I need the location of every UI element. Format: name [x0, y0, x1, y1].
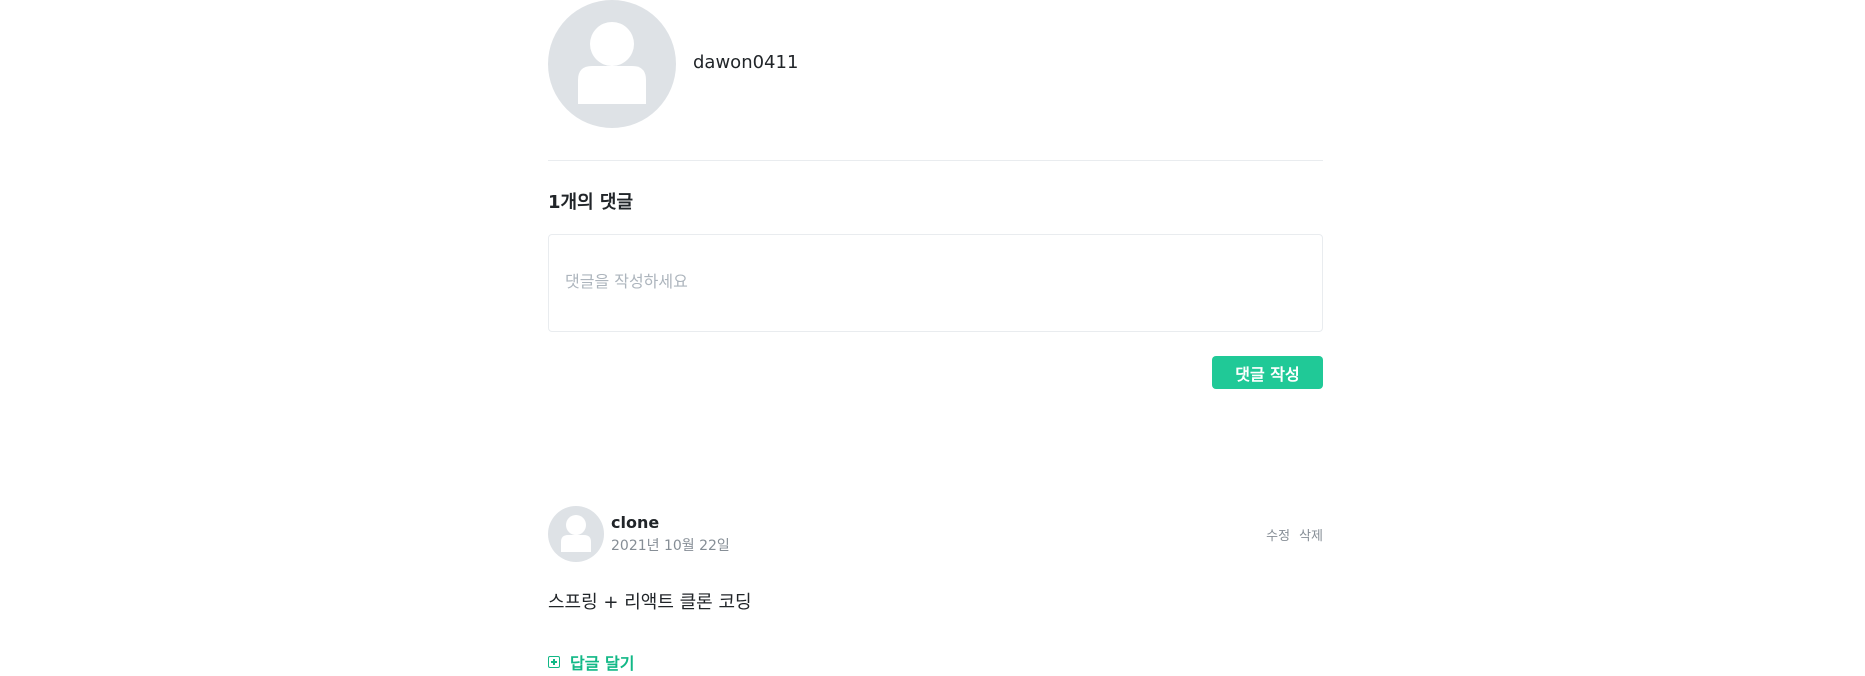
author-name[interactable]: dawon0411 [693, 52, 798, 73]
comment-input[interactable] [548, 234, 1323, 332]
edit-comment-button[interactable]: 수정 [1266, 529, 1290, 544]
comment-count: 1개의 댓글 [548, 192, 634, 213]
user-silhouette-icon [561, 515, 591, 552]
author-avatar[interactable] [548, 0, 676, 128]
comment-body: 스프링 + 리액트 클론 코딩 [548, 592, 752, 613]
delete-comment-button[interactable]: 삭제 [1299, 529, 1323, 544]
comment-item: clone 2021년 10월 22일 수정 삭제 스프링 + 리액트 클론 코딩… [548, 506, 1323, 674]
user-silhouette-icon [578, 22, 646, 104]
submit-comment-button[interactable]: 댓글 작성 [1212, 356, 1323, 389]
commenter-avatar[interactable] [548, 506, 604, 562]
plus-square-icon [548, 656, 560, 668]
commenter-username[interactable]: clone [611, 513, 659, 532]
comment-actions: 수정 삭제 [1257, 525, 1323, 544]
reply-label: 답글 달기 [570, 654, 635, 673]
comment-date: 2021년 10월 22일 [611, 538, 730, 554]
reply-button[interactable]: 답글 달기 [548, 650, 1323, 674]
post-footer: dawon0411 1개의 댓글 댓글 작성 clone 2021년 10월 2… [548, 0, 1323, 674]
author-profile: dawon0411 [548, 0, 1323, 161]
submit-row: 댓글 작성 [548, 356, 1323, 389]
comment-header: clone 2021년 10월 22일 수정 삭제 [548, 506, 1323, 562]
